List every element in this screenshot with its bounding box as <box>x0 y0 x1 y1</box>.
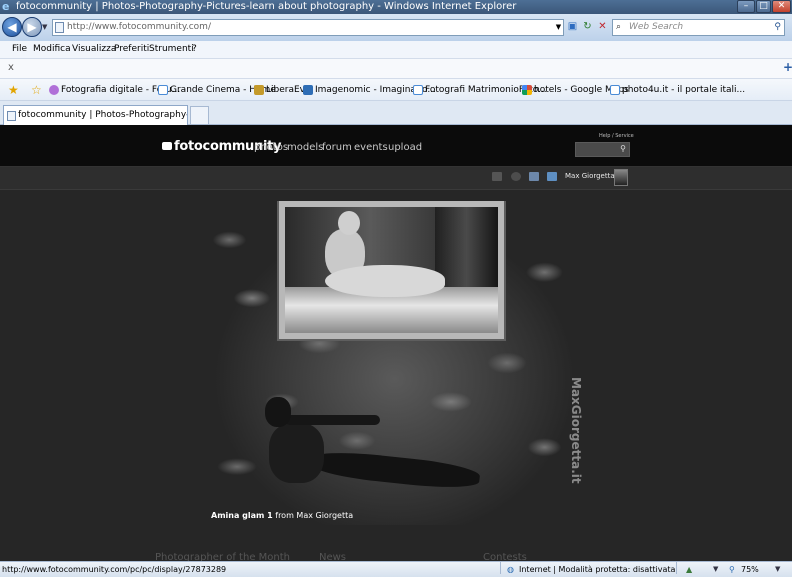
photo-title[interactable]: Amina glam 1 <box>211 511 273 520</box>
maximize-button[interactable]: □ <box>756 0 771 13</box>
new-tab-button[interactable] <box>190 106 209 124</box>
google-icon <box>522 85 532 95</box>
window-title: fotocommunity | Photos-Photography-Pictu… <box>16 1 517 12</box>
history-dropdown-icon[interactable]: ▼ <box>42 23 47 31</box>
photo-author[interactable]: Max Giorgetta <box>296 511 353 520</box>
nav-upload[interactable]: upload <box>388 142 422 153</box>
site-search-input[interactable]: ⚲ <box>575 142 630 157</box>
page-icon <box>7 111 16 121</box>
camera-icon <box>162 142 172 150</box>
status-icon[interactable]: ▲ <box>686 562 692 577</box>
security-zone[interactable]: Internet | Modalità protetta: disattivat… <box>519 562 675 577</box>
painting-frame <box>277 201 506 341</box>
site-favicon-icon <box>254 85 264 95</box>
photo-watermark: MaxGiorgetta.it <box>569 377 582 484</box>
page-icon <box>158 85 168 95</box>
search-icon[interactable]: ⚲ <box>774 20 781 35</box>
zoom-icon: ⚲ <box>729 565 735 574</box>
favorite-link[interactable]: photo4u.it - il portale itali... <box>610 79 745 101</box>
section-news: News <box>319 552 347 561</box>
notifications-icon[interactable] <box>511 172 521 181</box>
painting-curtain <box>435 207 498 287</box>
menu-help[interactable]: ? <box>192 41 197 58</box>
buddies-icon[interactable] <box>547 172 557 181</box>
menu-file[interactable]: File <box>12 41 27 58</box>
avatar[interactable] <box>614 169 628 186</box>
from-label: from <box>275 511 294 520</box>
site-favicon-icon <box>49 85 59 95</box>
zoom-level[interactable]: 75% <box>741 562 759 577</box>
tab-fotocommunity[interactable]: fotocommunity | Photos-Photography-Pictu… <box>3 105 188 125</box>
model-legs <box>309 448 481 492</box>
add-favorite-icon[interactable]: ☆ <box>31 79 42 101</box>
page-icon <box>610 85 620 95</box>
status-bar: http://www.fotocommunity.com/pc/pc/displ… <box>0 561 792 577</box>
section-photographer-of-the-month: Photographer of the Month <box>155 552 290 561</box>
model-arm <box>285 415 380 425</box>
close-window-button[interactable]: ✕ <box>772 0 791 13</box>
status-url: http://www.fotocommunity.com/pc/pc/displ… <box>2 565 227 574</box>
photo-caption: Amina glam 1 from Max Giorgetta <box>211 511 353 520</box>
nav-photos[interactable]: photos <box>254 142 288 153</box>
internet-globe-icon: ◍ <box>507 565 514 574</box>
status-separator <box>500 562 501 574</box>
nav-models[interactable]: models <box>287 142 323 153</box>
site-favicon-icon <box>303 85 313 95</box>
search-placeholder: Web Search <box>629 22 684 32</box>
compatibility-view-icon[interactable]: ▣ <box>566 20 579 34</box>
help-service-link[interactable]: Help / Service <box>599 133 634 139</box>
user-bar: Max Giorgetta ⌄ <box>0 167 792 190</box>
page-icon <box>55 22 64 33</box>
ie-logo-icon: e <box>2 0 10 13</box>
model-head <box>265 397 291 427</box>
web-page: fotocommunity photos models forum events… <box>0 125 792 561</box>
status-dropdown-icon[interactable]: ▼ <box>713 562 718 577</box>
address-dropdown-icon[interactable]: ▼ <box>552 20 565 34</box>
search-input[interactable]: ⌕ Web Search ⚲ <box>612 19 785 36</box>
browser-window: e fotocommunity | Photos-Photography-Pic… <box>0 0 792 577</box>
menu-strumenti[interactable]: Strumenti <box>149 41 194 58</box>
site-header: fotocommunity photos models forum events… <box>0 125 792 167</box>
search-provider-icon: ⌕ <box>616 22 622 32</box>
address-url: http://www.fotocommunity.com/ <box>67 22 211 32</box>
menu-visualizza[interactable]: Visualizza <box>72 41 116 58</box>
featured-photo[interactable]: MaxGiorgetta.it Amina glam 1 from Max Gi… <box>207 201 582 525</box>
painting-figure-legs <box>325 265 445 297</box>
title-bar: e fotocommunity | Photos-Photography-Pic… <box>0 0 792 14</box>
forward-button[interactable]: ▶ <box>22 17 42 37</box>
mail-icon[interactable] <box>492 172 502 181</box>
favorites-star-icon[interactable]: ★ <box>8 79 19 101</box>
tab-label: fotocommunity | Photos-Photography-Pictu… <box>18 110 187 120</box>
stop-icon[interactable]: ✕ <box>596 20 609 34</box>
menu-preferiti[interactable]: Preferiti <box>114 41 149 58</box>
menu-bar: File Modifica Visualizza Preferiti Strum… <box>0 41 792 59</box>
toolbar-row: x + <box>0 59 792 79</box>
nav-events[interactable]: events <box>354 142 388 153</box>
toolbar-close-button[interactable]: x <box>8 62 14 73</box>
status-separator <box>676 562 677 574</box>
address-row: ◀ ▶ ▼ http://www.fotocommunity.com/ ▼ ▣ … <box>0 14 792 41</box>
minimize-button[interactable]: – <box>737 0 755 13</box>
messages-icon[interactable] <box>529 172 539 181</box>
section-contests: Contests <box>483 552 527 561</box>
painting-figure-head <box>338 211 360 235</box>
menu-modifica[interactable]: Modifica <box>33 41 71 58</box>
refresh-icon[interactable]: ↻ <box>581 20 594 34</box>
nav-forum[interactable]: forum <box>322 142 352 153</box>
tab-row: fotocommunity | Photos-Photography-Pictu… <box>0 101 792 125</box>
page-icon <box>413 85 423 95</box>
address-input[interactable]: http://www.fotocommunity.com/ <box>52 19 564 36</box>
model-torso <box>269 423 324 483</box>
toolbar-add-button[interactable]: + <box>783 60 792 74</box>
model-figure <box>255 397 495 519</box>
back-button[interactable]: ◀ <box>2 17 22 37</box>
search-icon[interactable]: ⚲ <box>620 144 626 153</box>
favorites-bar: ★ ☆ Fotografia digitale - Foru... Grande… <box>0 79 792 101</box>
zoom-dropdown-icon[interactable]: ▼ <box>775 562 780 577</box>
